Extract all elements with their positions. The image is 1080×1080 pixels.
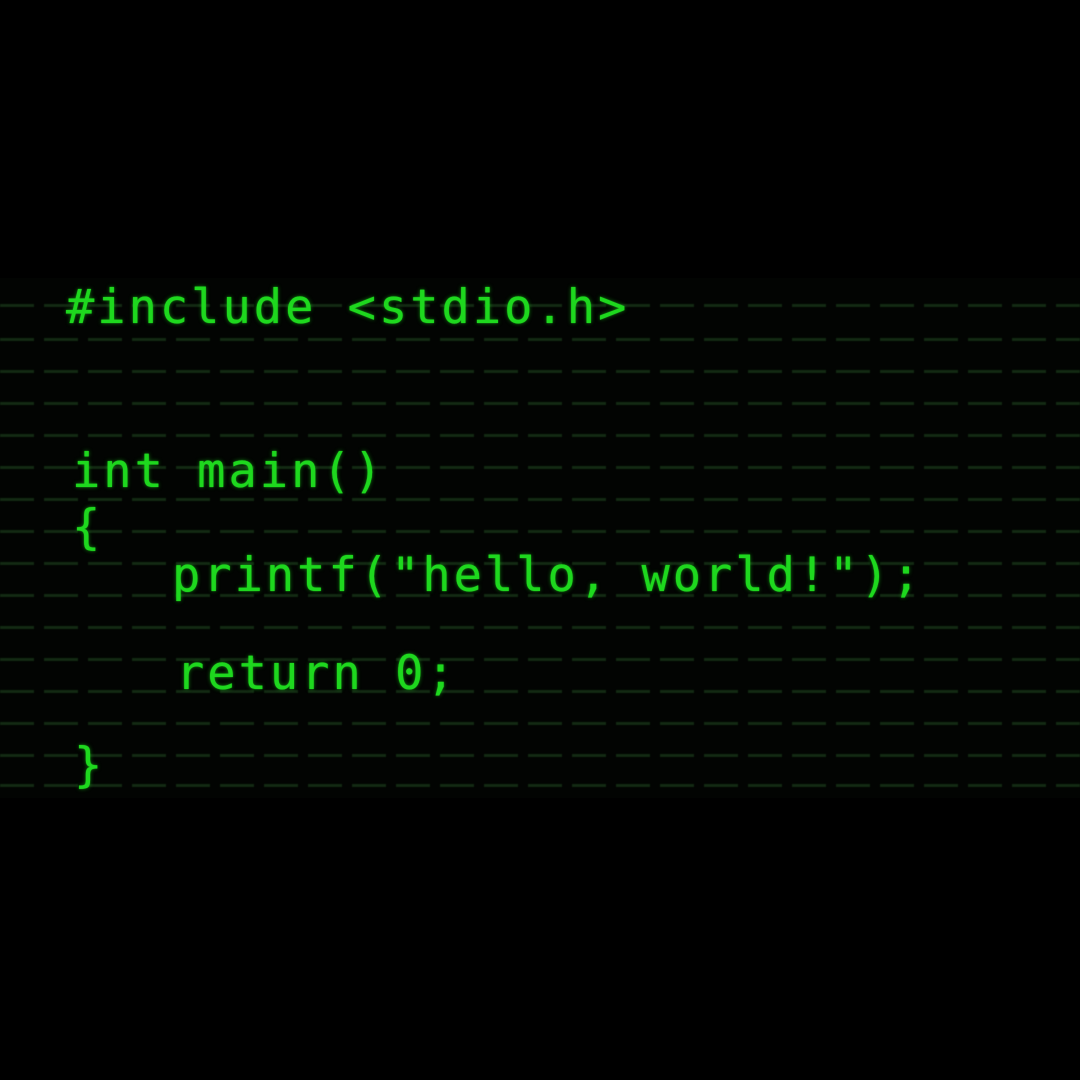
- scanline: [0, 626, 1080, 629]
- code-line-close-brace: }: [74, 738, 106, 793]
- terminal-screen: #include <stdio.h> int main() { printf("…: [0, 0, 1080, 1080]
- scanline: [0, 402, 1080, 405]
- code-line-main-signature: int main(): [72, 444, 385, 499]
- scanline: [0, 530, 1080, 533]
- scanline: [0, 658, 1080, 661]
- scanline: [0, 338, 1080, 341]
- code-line-return: return 0;: [176, 646, 458, 701]
- scanline: [0, 370, 1080, 373]
- scanline: [0, 690, 1080, 693]
- code-line-printf: printf("hello, world!");: [172, 548, 924, 603]
- code-area: [0, 278, 1080, 798]
- code-line-include: #include <stdio.h>: [66, 280, 630, 335]
- scanline: [0, 434, 1080, 437]
- code-line-open-brace: {: [72, 500, 104, 555]
- scanline: [0, 784, 1080, 787]
- scanline: [0, 754, 1080, 757]
- scanline: [0, 722, 1080, 725]
